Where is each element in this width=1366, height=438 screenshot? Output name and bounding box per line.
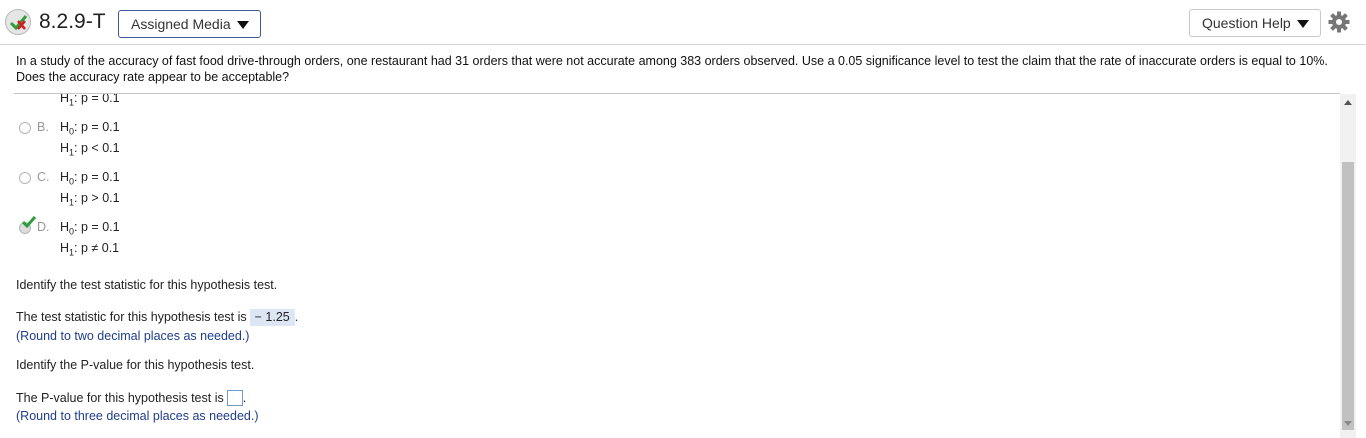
p-value-input[interactable] bbox=[226, 390, 243, 406]
gear-icon[interactable] bbox=[1327, 10, 1351, 34]
problem-id: 8.2.9-T bbox=[39, 10, 106, 33]
test-statistic-prompt: Identify the test statistic for this hyp… bbox=[16, 278, 278, 292]
option-d-h1[interactable]: H1: p ≠ 0.1 bbox=[60, 241, 119, 258]
option-b-letter[interactable]: B. bbox=[37, 120, 49, 134]
scroll-down-arrow-icon[interactable] bbox=[1344, 421, 1352, 426]
option-c-h0[interactable]: H0: p = 0.1 bbox=[60, 170, 120, 187]
assigned-media-label: Assigned Media bbox=[131, 16, 231, 32]
test-statistic-answer[interactable]: − 1.25 bbox=[249, 309, 295, 326]
p-value-answer-line: The P-value for this hypothesis test is. bbox=[16, 390, 247, 406]
option-b-h0[interactable]: H0: p = 0.1 bbox=[60, 120, 120, 137]
answer-area: H1: p = 0.1 B. H0: p = 0.1 H1: p < 0.1 C… bbox=[0, 94, 1338, 438]
p-value-round-note: (Round to three decimal places as needed… bbox=[16, 409, 259, 423]
option-c-h1[interactable]: H1: p > 0.1 bbox=[60, 191, 120, 208]
option-d-h0[interactable]: H0: p = 0.1 bbox=[60, 220, 120, 237]
test-statistic-round-note: (Round to two decimal places as needed.) bbox=[16, 329, 250, 343]
option-c-radio[interactable] bbox=[19, 172, 31, 184]
option-b-h1[interactable]: H1: p < 0.1 bbox=[60, 141, 120, 158]
partial-correct-icon bbox=[5, 9, 31, 35]
assigned-media-button[interactable]: Assigned Media bbox=[118, 10, 261, 38]
question-text: In a study of the accuracy of fast food … bbox=[16, 54, 1328, 84]
p-value-prompt: Identify the P-value for this hypothesis… bbox=[16, 358, 255, 372]
question-help-button[interactable]: Question Help bbox=[1189, 9, 1321, 37]
dropdown-arrow-icon bbox=[1296, 20, 1309, 29]
option-b-radio[interactable] bbox=[19, 122, 31, 134]
test-statistic-answer-line: The test statistic for this hypothesis t… bbox=[16, 309, 299, 326]
header-divider bbox=[0, 44, 1366, 45]
top-bar: 8.2.9-T Assigned Media Question Help bbox=[0, 0, 1366, 44]
option-c-letter[interactable]: C. bbox=[37, 170, 50, 184]
option-a-h1: H1: p = 0.1 bbox=[60, 94, 120, 108]
dropdown-arrow-icon bbox=[236, 21, 249, 30]
vertical-scrollbar[interactable] bbox=[1340, 94, 1356, 438]
correct-check-icon bbox=[21, 216, 37, 229]
scroll-up-arrow-icon[interactable] bbox=[1344, 100, 1352, 105]
scrollbar-thumb[interactable] bbox=[1342, 162, 1354, 430]
option-d-letter[interactable]: D. bbox=[37, 220, 50, 234]
question-help-label: Question Help bbox=[1202, 15, 1291, 31]
